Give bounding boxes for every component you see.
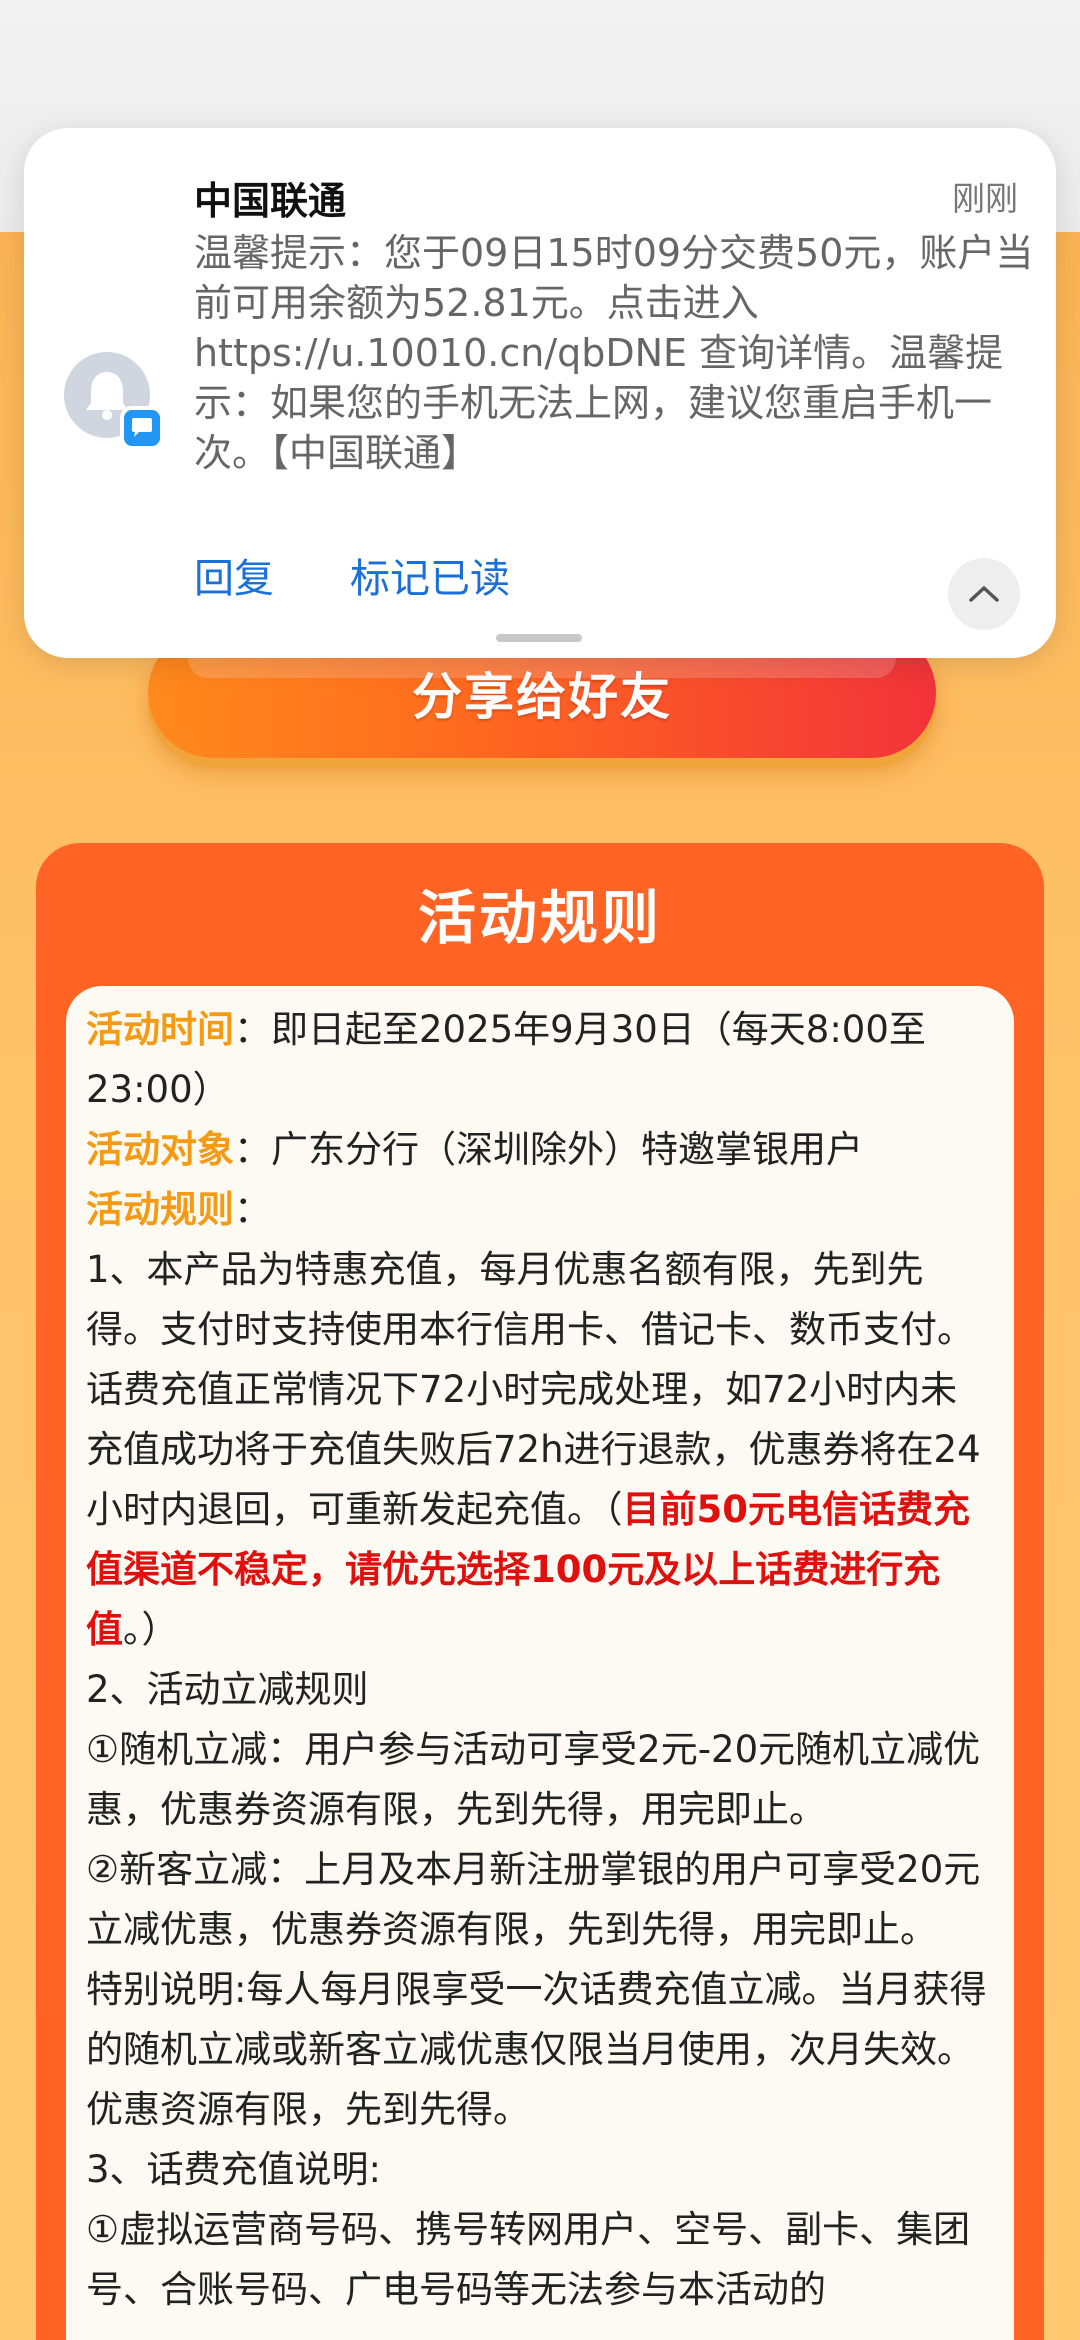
rules-panel: 活动规则 活动时间：即日起至2025年9月30日（每天8:00至23:00） 活… bbox=[36, 843, 1044, 2340]
reply-button[interactable]: 回复 bbox=[194, 546, 274, 604]
message-icon bbox=[120, 406, 164, 450]
rule-target-label: 活动对象 bbox=[86, 1128, 234, 1171]
rule-target-text: ：广东分行（深圳除外）特邀掌银用户 bbox=[234, 1128, 863, 1171]
rule-rules-label: 活动规则 bbox=[86, 1188, 234, 1231]
rules-card: 活动时间：即日起至2025年9月30日（每天8:00至23:00） 活动对象：广… bbox=[66, 986, 1014, 2340]
rule-item-2a: ①随机立减：用户参与活动可享受2元-20元随机立减优惠，优惠券资源有限，先到先得… bbox=[86, 1728, 981, 1831]
rule-item-2-title: 2、活动立减规则 bbox=[86, 1668, 369, 1711]
rule-special-note: 特别说明:每人每月限享受一次话费充值立减。当月获得的随机立减或新客立减优惠仅限当… bbox=[86, 1968, 987, 2131]
notification-body[interactable]: 温馨提示：您于09日15时09分交费50元，账户当前可用余额为52.81元。点击… bbox=[194, 228, 1034, 478]
rule-time-label: 活动时间 bbox=[86, 1008, 234, 1051]
rule-item-3a: ①虚拟运营商号码、携号转网用户、空号、副卡、集团号、合账号码、广电号码等无法参与… bbox=[86, 2208, 971, 2311]
sms-notification[interactable]: 中国联通 刚刚 温馨提示：您于09日15时09分交费50元，账户当前可用余额为5… bbox=[24, 128, 1056, 658]
rule-rules-heading: 活动规则： bbox=[86, 1180, 994, 1240]
mark-read-button[interactable]: 标记已读 bbox=[350, 546, 510, 604]
rules-title: 活动规则 bbox=[417, 884, 662, 952]
rule-target: 活动对象：广东分行（深圳除外）特邀掌银用户 bbox=[86, 1120, 994, 1180]
rule-item-1-end: 。） bbox=[123, 1608, 179, 1651]
notification-time: 刚刚 bbox=[952, 179, 1018, 218]
rule-item-2b: ②新客立减：上月及本月新注册掌银的用户可享受20元立减优惠，优惠券资源有限，先到… bbox=[86, 1848, 981, 1951]
notification-sender: 中国联通 bbox=[194, 179, 347, 223]
share-button-label: 分享给好友 bbox=[412, 668, 672, 726]
rule-rules-colon: ： bbox=[234, 1188, 271, 1231]
rule-time: 活动时间：即日起至2025年9月30日（每天8:00至23:00） bbox=[86, 1000, 994, 1120]
rule-item-3-title: 3、话费充值说明: bbox=[86, 2148, 382, 2191]
drag-handle[interactable] bbox=[496, 634, 582, 642]
chevron-up-icon[interactable] bbox=[948, 558, 1020, 630]
rule-item-1: 1、本产品为特惠充值，每月优惠名额有限，先到先得。支付时支持使用本行信用卡、借记… bbox=[86, 1240, 994, 1660]
